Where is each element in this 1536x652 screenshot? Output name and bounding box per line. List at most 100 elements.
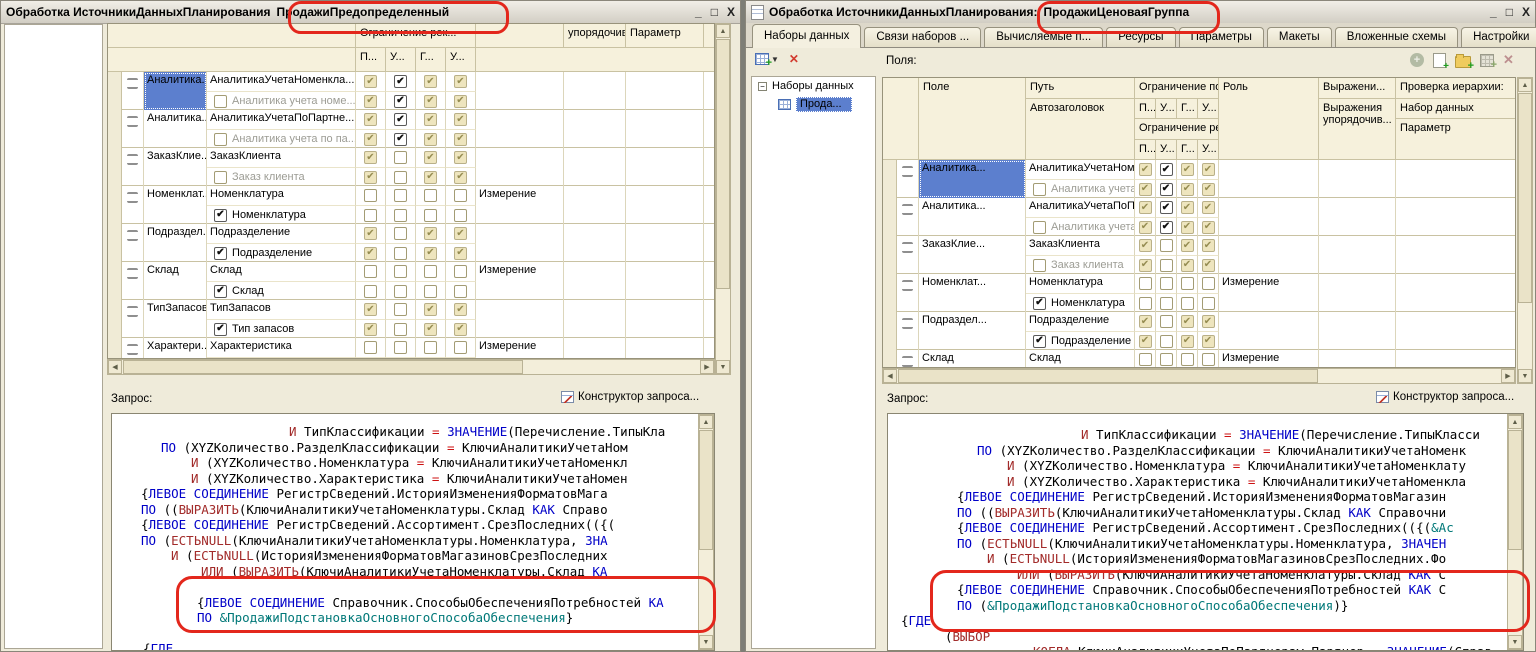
checkbox[interactable] xyxy=(394,171,407,184)
checkbox[interactable] xyxy=(214,95,227,108)
drag-cell[interactable] xyxy=(897,350,919,368)
restriction-cell[interactable]: ✔ xyxy=(1156,160,1177,179)
checkbox[interactable] xyxy=(364,285,377,298)
row-header[interactable] xyxy=(108,72,122,110)
restriction-cell[interactable] xyxy=(446,186,476,205)
checkbox[interactable] xyxy=(1139,353,1152,366)
drag-handle-icon[interactable] xyxy=(127,344,138,355)
field-path-cell[interactable]: Характеристика xyxy=(207,338,356,357)
extra-cell[interactable] xyxy=(704,148,715,186)
restriction-cell[interactable]: ✔ xyxy=(1177,236,1198,255)
row-header[interactable] xyxy=(108,300,122,338)
checkbox[interactable]: ✔ xyxy=(364,133,377,146)
checkbox[interactable]: ✔ xyxy=(1202,335,1215,348)
delete-dataset-icon[interactable]: ✕ xyxy=(789,52,799,66)
field-name-cell[interactable]: Аналитика... xyxy=(919,160,1026,198)
extra-cell[interactable] xyxy=(1396,350,1516,368)
checkbox[interactable] xyxy=(364,341,377,354)
checkbox[interactable] xyxy=(1139,297,1152,310)
role-cell[interactable] xyxy=(1219,198,1319,236)
field-name-cell[interactable]: Номенклат... xyxy=(919,274,1026,312)
checkbox[interactable]: ✔ xyxy=(454,323,467,336)
restriction-cell[interactable]: ✔ xyxy=(446,148,476,167)
titlebar-left[interactable]: Обработка ИсточникиДанныхПланирования Пр… xyxy=(1,1,740,24)
role-cell[interactable] xyxy=(476,72,564,110)
restriction-cell[interactable]: ✔ xyxy=(446,129,476,148)
extra-cell[interactable] xyxy=(564,224,626,262)
scroll-up-icon[interactable]: ▲ xyxy=(716,24,730,38)
extra-cell[interactable] xyxy=(1396,312,1516,350)
field-path-cell[interactable]: Подразделение xyxy=(1026,312,1135,331)
role-cell[interactable] xyxy=(1219,312,1319,350)
checkbox[interactable]: ✔ xyxy=(1139,315,1152,328)
field-name-cell[interactable]: Аналитика... xyxy=(919,198,1026,236)
close-button[interactable]: X xyxy=(727,5,735,19)
checkbox[interactable] xyxy=(1139,277,1152,290)
checkbox[interactable]: ✔ xyxy=(1033,297,1046,310)
field-name-cell[interactable]: Подраздел... xyxy=(919,312,1026,350)
minimize-button[interactable]: _ xyxy=(695,5,702,19)
checkbox[interactable]: ✔ xyxy=(1202,315,1215,328)
role-cell[interactable]: Измерение xyxy=(476,186,564,224)
checkbox[interactable]: ✔ xyxy=(364,95,377,108)
checkbox[interactable] xyxy=(424,285,437,298)
checkbox[interactable] xyxy=(364,209,377,222)
restriction-cell[interactable]: ✔ xyxy=(1156,179,1177,198)
auto-title-cell[interactable]: ✔Подразделение xyxy=(207,243,356,262)
scroll-thumb[interactable] xyxy=(1508,430,1522,550)
checkbox[interactable]: ✔ xyxy=(1181,221,1194,234)
field-name-cell[interactable]: ТипЗапасов xyxy=(144,300,207,338)
checkbox[interactable]: ✔ xyxy=(454,75,467,88)
checkbox[interactable]: ✔ xyxy=(1202,163,1215,176)
restriction-cell[interactable]: ✔ xyxy=(356,148,386,167)
checkbox[interactable]: ✔ xyxy=(454,171,467,184)
restriction-cell[interactable] xyxy=(446,205,476,224)
restriction-cell[interactable]: ✔ xyxy=(1177,198,1198,217)
restriction-cell[interactable] xyxy=(416,281,446,300)
checkbox[interactable] xyxy=(394,247,407,260)
checkbox[interactable]: ✔ xyxy=(364,171,377,184)
scroll-down-icon[interactable]: ▼ xyxy=(716,360,730,374)
field-path-cell[interactable]: Подразделение xyxy=(207,224,356,243)
field-path-cell[interactable]: АналитикаУчетаПоПартне... xyxy=(1026,198,1135,217)
tab-макеты[interactable]: Макеты xyxy=(1267,27,1332,47)
extra-cell[interactable] xyxy=(1319,274,1396,312)
titlebar-right[interactable]: Обработка ИсточникиДанныхПланирования: П… xyxy=(746,1,1535,24)
tab-параметры[interactable]: Параметры xyxy=(1179,27,1264,47)
restriction-cell[interactable]: ✔ xyxy=(446,243,476,262)
checkbox[interactable] xyxy=(394,209,407,222)
restriction-cell[interactable]: ✔ xyxy=(356,243,386,262)
close-button[interactable]: X xyxy=(1522,5,1530,19)
auto-title-cell[interactable]: ✔Номенклатура xyxy=(207,205,356,224)
auto-title-cell[interactable]: ✔Склад xyxy=(207,281,356,300)
row-header[interactable] xyxy=(108,186,122,224)
restriction-cell[interactable]: ✔ xyxy=(386,110,416,129)
fields-hscrollbar[interactable]: ◀ ▶ xyxy=(882,368,1516,384)
drag-handle-icon[interactable] xyxy=(127,78,138,89)
add-dataset-icon[interactable]: + xyxy=(755,53,769,65)
field-name-cell[interactable]: Аналитика... xyxy=(144,72,207,110)
extra-cell[interactable] xyxy=(564,338,626,359)
restriction-cell[interactable] xyxy=(386,148,416,167)
row-header[interactable] xyxy=(883,198,897,236)
checkbox[interactable]: ✔ xyxy=(1033,335,1046,348)
restriction-cell[interactable]: ✔ xyxy=(416,224,446,243)
scroll-thumb[interactable] xyxy=(716,39,730,289)
extra-cell[interactable] xyxy=(1319,350,1396,368)
extra-cell[interactable] xyxy=(1319,312,1396,350)
drag-cell[interactable] xyxy=(122,72,144,110)
checkbox[interactable]: ✔ xyxy=(1181,315,1194,328)
checkbox[interactable] xyxy=(394,265,407,278)
checkbox[interactable] xyxy=(394,189,407,202)
row-header[interactable] xyxy=(108,110,122,148)
restriction-cell[interactable] xyxy=(1198,274,1219,293)
restriction-cell[interactable] xyxy=(386,186,416,205)
checkbox[interactable]: ✔ xyxy=(1139,335,1152,348)
scroll-down-icon[interactable]: ▼ xyxy=(699,635,713,649)
checkbox[interactable]: ✔ xyxy=(364,323,377,336)
restriction-cell[interactable]: ✔ xyxy=(1135,217,1156,236)
tab-связи-наборов-[interactable]: Связи наборов ... xyxy=(864,27,981,47)
checkbox[interactable] xyxy=(394,323,407,336)
restriction-cell[interactable] xyxy=(386,205,416,224)
maximize-button[interactable]: □ xyxy=(1506,5,1513,19)
